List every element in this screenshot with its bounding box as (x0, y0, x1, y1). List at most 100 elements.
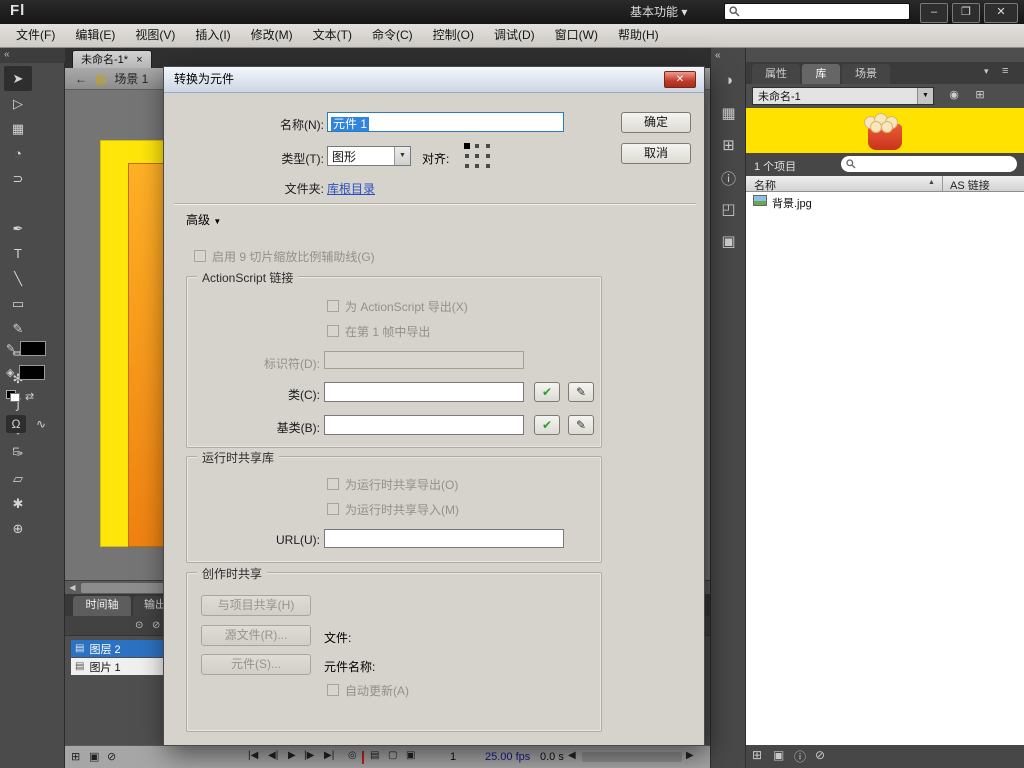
workspace-switcher[interactable]: 基本功能 ▾ (630, 0, 687, 24)
text-tool[interactable]: T (4, 241, 32, 266)
new-library-panel-icon[interactable]: ⊞ (970, 88, 990, 101)
hand-tool[interactable]: ✱ (4, 491, 32, 516)
info-panel-icon[interactable]: ⓘ (711, 168, 746, 189)
collapse-panel-icon[interactable]: « (711, 50, 746, 61)
scale9-checkbox[interactable]: 启用 9 切片缩放比例辅助线(G) (194, 249, 375, 264)
menu-view[interactable]: 视图(V) (125, 24, 185, 47)
library-search-box[interactable] (841, 156, 1017, 172)
default-colors-icon[interactable] (6, 390, 20, 402)
ok-button[interactable]: 确定 (621, 112, 691, 133)
tab-close-icon[interactable]: × (136, 52, 142, 69)
back-icon[interactable]: ← (75, 72, 87, 86)
selection-tool[interactable]: ➤ (4, 66, 32, 91)
chevron-down-icon[interactable]: ▾ (984, 66, 989, 77)
lasso-tool[interactable]: ⊃ (4, 166, 32, 191)
swatches-panel-icon[interactable]: ▦ (711, 104, 746, 122)
onion-skin-outlines-button[interactable]: ▢ (388, 750, 397, 761)
app-search-box[interactable] (724, 3, 910, 20)
url-input[interactable] (324, 529, 564, 548)
import-runtime-sharing-checkbox[interactable]: 为运行时共享导入(M) (327, 502, 459, 517)
delete-layer-button[interactable]: ⊘ (107, 750, 116, 763)
library-item-row[interactable]: 背景.jpg (746, 192, 1024, 210)
free-transform-tool[interactable]: ▦ (4, 116, 32, 141)
class-input[interactable] (324, 382, 524, 402)
cancel-button[interactable]: 取消 (621, 143, 691, 164)
document-tab[interactable]: 未命名-1* × (72, 50, 152, 69)
onion-skin-button[interactable]: ▤ (370, 750, 379, 761)
registration-point[interactable] (486, 164, 490, 168)
validate-base-class-button[interactable]: ✔ (534, 415, 560, 435)
symbol-type-select[interactable]: 图形 ▼ (327, 146, 411, 166)
straighten-option[interactable]: ⌐ (6, 439, 26, 457)
registration-point[interactable] (465, 164, 469, 168)
smooth-option[interactable]: ∿ (31, 415, 51, 433)
app-search-input[interactable] (740, 4, 904, 19)
swap-colors-icon[interactable]: ⇄ (25, 390, 34, 403)
play-button[interactable]: ▶ (288, 750, 296, 761)
column-as-linkage[interactable]: AS 链接 (950, 177, 990, 193)
validate-class-button[interactable]: ✔ (534, 382, 560, 402)
restore-button[interactable]: ❐ (952, 3, 980, 23)
menu-window[interactable]: 窗口(W) (545, 24, 608, 47)
frame-rate-value[interactable]: 25.00 fps (485, 751, 530, 763)
registration-point[interactable] (486, 144, 490, 148)
timeline-scrollbar[interactable] (582, 752, 682, 762)
go-to-last-frame-button[interactable]: ▶| (324, 750, 334, 761)
sort-arrow-icon[interactable]: ▲ (928, 179, 935, 186)
tab-timeline[interactable]: 时间轴 (73, 596, 131, 616)
menu-text[interactable]: 文本(T) (303, 24, 362, 47)
registration-point-active[interactable] (464, 143, 470, 149)
menu-debug[interactable]: 调试(D) (484, 24, 545, 47)
new-folder-button[interactable]: ▣ (89, 750, 99, 763)
tab-library[interactable]: 库 (802, 64, 840, 84)
pen-tool[interactable]: ✒ (4, 216, 32, 241)
3d-rotation-tool[interactable]: ◔ (4, 141, 32, 166)
delete-item-button[interactable]: ⊘ (815, 748, 825, 762)
registration-point[interactable] (465, 154, 469, 158)
menu-control[interactable]: 控制(O) (423, 24, 484, 47)
new-folder-button[interactable]: ▣ (773, 748, 784, 762)
lock-layers-icon[interactable]: ⊘ (152, 620, 160, 631)
edit-base-class-button[interactable]: ✎ (568, 415, 594, 435)
zoom-tool[interactable]: ⊕ (4, 516, 32, 541)
library-document-select[interactable]: 未命名-1 ▼ (752, 87, 934, 105)
dialog-close-button[interactable]: ✕ (664, 71, 696, 88)
menu-commands[interactable]: 命令(C) (362, 24, 423, 47)
registration-point[interactable] (475, 154, 479, 158)
color-panel-icon[interactable]: ◑ (711, 72, 746, 89)
align-panel-icon[interactable]: ⊞ (711, 136, 746, 154)
menu-edit[interactable]: 编辑(E) (65, 24, 125, 47)
export-for-actionscript-checkbox[interactable]: 为 ActionScript 导出(X) (327, 299, 468, 314)
subselection-tool[interactable]: ▷ (4, 91, 32, 116)
export-in-frame1-checkbox[interactable]: 在第 1 帧中导出 (327, 324, 430, 339)
eraser-tool[interactable]: ▱ (4, 466, 32, 491)
folder-link[interactable]: 库根目录 (327, 180, 375, 197)
dialog-titlebar[interactable]: 转换为元件 (164, 67, 704, 93)
edit-multiple-frames-button[interactable]: ▣ (406, 750, 415, 761)
column-divider[interactable] (942, 176, 943, 191)
timeline-scroll-right[interactable]: ▶ (686, 750, 694, 761)
tab-scenes[interactable]: 场景 (842, 64, 890, 84)
tab-properties[interactable]: 属性 (752, 64, 800, 84)
new-layer-button[interactable]: ⊞ (71, 750, 80, 763)
registration-point[interactable] (475, 144, 479, 148)
export-runtime-sharing-checkbox[interactable]: 为运行时共享导出(O) (327, 477, 458, 492)
step-back-button[interactable]: ◀| (268, 750, 278, 761)
auto-update-checkbox[interactable]: 自动更新(A) (327, 683, 409, 698)
transform-panel-icon[interactable]: ◰ (711, 200, 746, 218)
symbol-name-input[interactable]: 元件 1 (327, 112, 564, 132)
registration-grid[interactable] (464, 143, 492, 171)
go-to-first-frame-button[interactable]: |◀ (248, 750, 258, 761)
library-item-name[interactable]: 背景.jpg (772, 195, 812, 211)
column-name[interactable]: 名称 (754, 177, 776, 193)
scroll-left-icon[interactable]: ◀ (66, 582, 79, 594)
minimize-button[interactable]: – (920, 3, 948, 23)
menu-insert[interactable]: 插入(I) (185, 24, 240, 47)
snap-to-objects-toggle[interactable]: Ω (6, 415, 26, 433)
step-forward-button[interactable]: |▶ (304, 750, 314, 761)
edit-class-button[interactable]: ✎ (568, 382, 594, 402)
timeline-scroll-left[interactable]: ◀ (568, 750, 576, 761)
line-tool[interactable]: ╲ (4, 266, 32, 291)
library-search-input[interactable] (856, 157, 1000, 171)
show-hide-layers-icon[interactable]: ⊙ (135, 620, 143, 631)
